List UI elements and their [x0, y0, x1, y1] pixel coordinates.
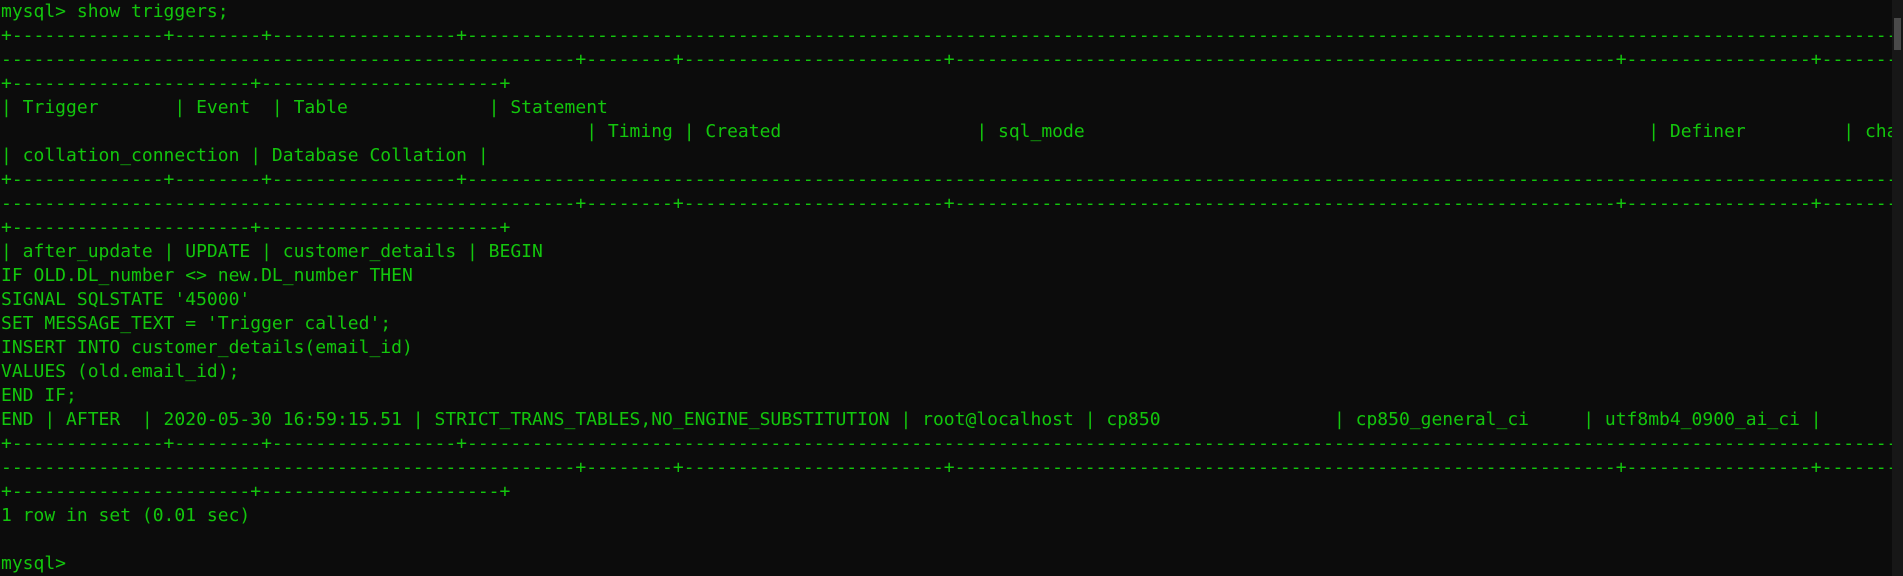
table-border-line: ----------------------------------------…	[1, 193, 1892, 214]
scrollbar-thumb[interactable]	[1894, 18, 1901, 50]
table-border-line: +----------------------+----------------…	[1, 481, 511, 502]
table-border-line: +----------------------+----------------…	[1, 73, 511, 94]
statement-line: SET MESSAGE_TEXT = 'Trigger called';	[1, 313, 392, 334]
table-row-line: | after_update | UPDATE | customer_detai…	[1, 241, 543, 262]
table-border-line: +--------------+--------+---------------…	[1, 25, 1892, 46]
result-summary-line: 1 row in set (0.01 sec)	[1, 505, 251, 526]
prompt-line[interactable]: mysql>	[0, 552, 1892, 576]
vertical-scrollbar[interactable]	[1892, 0, 1903, 576]
table-border-line: +----------------------+----------------…	[1, 217, 511, 238]
terminal-output[interactable]: mysql> show triggers; +--------------+--…	[0, 0, 1892, 576]
table-border-line: ----------------------------------------…	[1, 457, 1892, 478]
statement-line: END IF;	[1, 385, 77, 406]
statement-line: SIGNAL SQLSTATE '45000'	[1, 289, 251, 310]
table-border-line: +--------------+--------+---------------…	[1, 433, 1892, 454]
statement-line: VALUES (old.email_id);	[1, 361, 240, 382]
prompt-command-line: mysql> show triggers;	[1, 1, 229, 22]
table-header-line: | Timing | Created | sql_mode | Definer …	[1, 121, 1892, 142]
table-border-line: ----------------------------------------…	[1, 49, 1892, 70]
table-row-line: END | AFTER | 2020-05-30 16:59:15.51 | S…	[1, 409, 1822, 430]
statement-line: INSERT INTO customer_details(email_id)	[1, 337, 413, 358]
table-border-line: +--------------+--------+---------------…	[1, 169, 1892, 190]
table-header-line: | Trigger | Event | Table | Statement	[1, 97, 608, 118]
table-header-line: | collation_connection | Database Collat…	[1, 145, 489, 166]
statement-line: IF OLD.DL_number <> new.DL_number THEN	[1, 265, 413, 286]
